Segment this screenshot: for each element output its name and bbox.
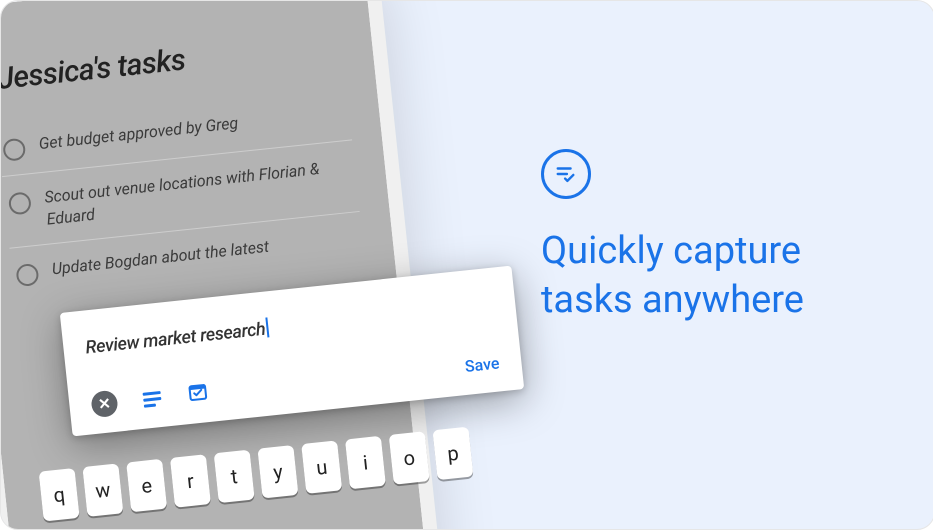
key-q[interactable]: q [39,468,80,521]
radio-unchecked-icon[interactable] [15,263,39,287]
radio-unchecked-icon[interactable] [2,138,26,162]
key-r[interactable]: r [170,454,211,507]
key-e[interactable]: e [126,459,167,512]
key-y[interactable]: y [257,445,298,498]
save-button[interactable]: Save [464,353,500,376]
close-icon[interactable]: ✕ [90,390,119,419]
task-label: Update Bogdan about the latest [51,236,270,280]
hero-title: Quickly capture tasks anywhere [541,227,921,326]
promo-stage: Jessica's tasks Get budget approved by G… [0,0,933,530]
hero-line-1: Quickly capture [541,227,921,276]
hero-line-2: tasks anywhere [541,276,921,325]
task-label: Get budget approved by Greg [38,112,240,154]
key-t[interactable]: t [214,450,255,503]
key-p[interactable]: p [432,427,473,480]
key-u[interactable]: u [301,440,342,493]
task-title-input[interactable]: Review market research [84,294,494,359]
add-date-icon[interactable] [186,380,211,408]
task-title-value: Review market research [84,319,266,359]
key-o[interactable]: o [389,431,430,484]
add-details-icon[interactable] [143,390,162,407]
radio-unchecked-icon[interactable] [8,191,32,215]
tasks-app-icon [541,149,591,199]
hero-block: Quickly capture tasks anywhere [541,149,921,326]
key-i[interactable]: i [345,436,386,489]
list-title: Jessica's tasks [0,26,344,97]
key-w[interactable]: w [82,463,123,516]
